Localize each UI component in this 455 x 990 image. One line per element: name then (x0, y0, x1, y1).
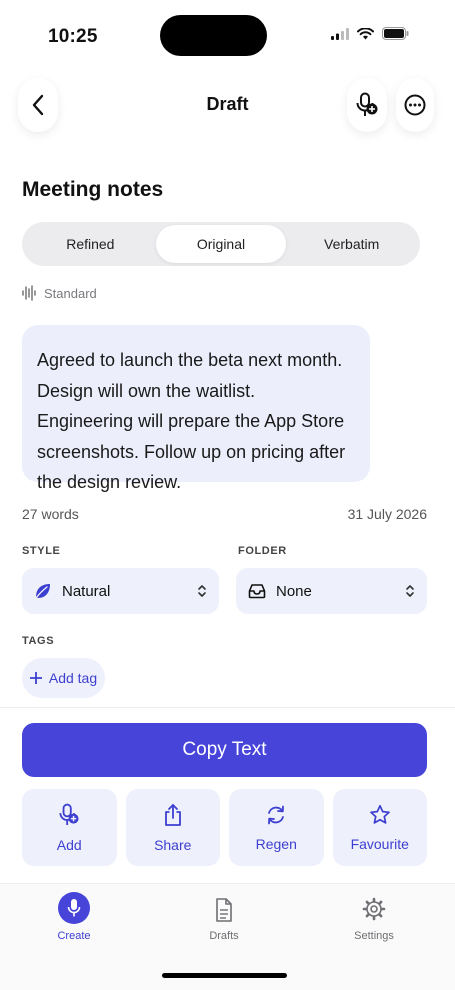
chevron-up-down-icon (406, 585, 414, 597)
mic-icon (67, 899, 81, 917)
mic-add-icon (59, 803, 79, 825)
add-tag-button[interactable]: Add tag (22, 658, 105, 698)
transcript-bubble: Agreed to launch the beta next month. De… (22, 325, 370, 492)
document-icon (216, 898, 232, 922)
mode-label: Standard (44, 285, 97, 301)
divider (0, 707, 455, 708)
status-time: 10:25 (48, 26, 98, 47)
transcription-mode: Standard (22, 285, 97, 301)
wifi-icon (357, 27, 374, 39)
folder-value: None (276, 582, 312, 600)
action-row: Add Share Regen Favourite (22, 789, 427, 866)
add-action-label: Add (56, 836, 82, 853)
refresh-icon (268, 805, 285, 824)
favourite-label: Favourite (350, 835, 409, 852)
nav-header: Draft (0, 74, 455, 136)
version-segmented-control: Refined Original Verbatim (22, 222, 420, 266)
share-icon (164, 803, 181, 826)
word-count: 27 words (22, 506, 79, 522)
regen-label: Regen (255, 835, 297, 852)
create-tab-badge (58, 892, 90, 924)
dynamic-island (160, 15, 267, 56)
home-indicator (162, 973, 287, 978)
copy-text-button[interactable]: Copy Text (22, 723, 427, 777)
style-value: Natural (62, 582, 111, 600)
tab-verbatim[interactable]: Verbatim (286, 225, 417, 263)
favourite-button[interactable]: Favourite (332, 789, 427, 866)
waveform-icon (22, 285, 36, 301)
gear-icon (362, 897, 386, 921)
style-select[interactable]: Natural (22, 568, 219, 614)
regen-button[interactable]: Regen (229, 789, 324, 866)
cellular-signal-icon (331, 27, 349, 40)
folder-label: FOLDER (238, 545, 287, 557)
ellipsis-circle-icon (404, 94, 426, 116)
battery-icon (382, 27, 409, 40)
note-date: 31 July 2026 (347, 506, 427, 522)
tray-icon (248, 584, 266, 599)
star-icon (369, 804, 390, 824)
mic-add-icon (356, 92, 378, 116)
add-tag-label: Add tag (48, 670, 98, 686)
chevron-up-down-icon (198, 585, 206, 597)
status-icons (331, 27, 409, 40)
share-button[interactable]: Share (125, 789, 220, 866)
note-title: Meeting notes (22, 178, 164, 201)
more-options-button[interactable] (396, 78, 434, 132)
tab-drafts-label: Drafts (209, 930, 239, 942)
leaf-icon (35, 584, 50, 599)
style-label: STYLE (22, 545, 61, 557)
tab-settings[interactable]: Settings (324, 892, 424, 942)
plus-icon (29, 672, 42, 684)
add-recording-button[interactable] (347, 78, 387, 132)
status-bar: 10:25 (0, 0, 455, 74)
tab-refined[interactable]: Refined (25, 225, 156, 263)
folder-select[interactable]: None (236, 568, 427, 614)
tab-settings-label: Settings (354, 930, 394, 942)
tab-create[interactable]: Create (24, 892, 124, 942)
tags-label: TAGS (22, 635, 55, 647)
add-action-button[interactable]: Add (22, 789, 117, 866)
tab-drafts[interactable]: Drafts (174, 892, 274, 942)
tab-create-label: Create (57, 930, 91, 942)
share-label: Share (154, 836, 192, 853)
tab-original[interactable]: Original (155, 225, 287, 263)
